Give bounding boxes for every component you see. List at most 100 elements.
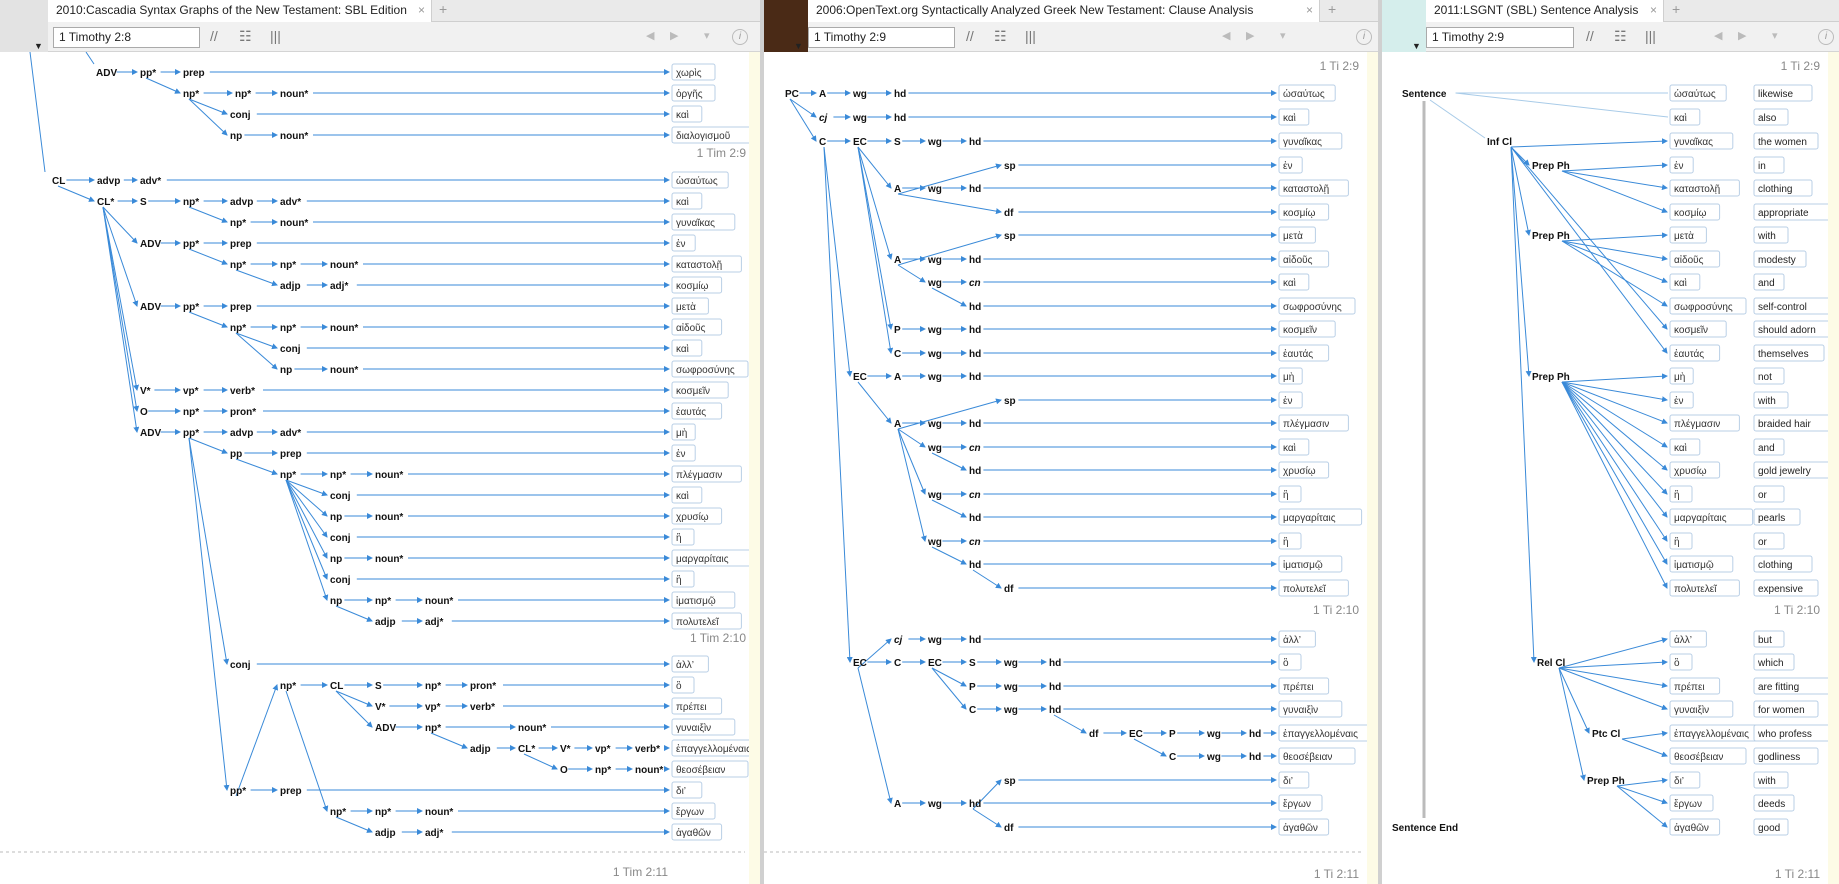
clause-node[interactable]: hd (1049, 658, 1061, 669)
syntax-node[interactable]: noun* (375, 554, 403, 565)
greek-word[interactable]: ἀγαθῶν (1283, 822, 1318, 834)
syntax-node[interactable]: V* (140, 386, 151, 397)
greek-word[interactable]: καὶ (676, 343, 689, 355)
back-icon[interactable]: ◀ (1222, 29, 1230, 42)
syntax-node[interactable]: noun* (425, 596, 453, 607)
clause-node[interactable]: sp (1004, 161, 1016, 172)
syntax-node[interactable]: advp (230, 197, 253, 208)
greek-word[interactable]: ἢ (676, 532, 682, 544)
syntax-node[interactable]: noun* (330, 260, 358, 271)
english-gloss[interactable]: with (1757, 396, 1776, 407)
clause-node[interactable]: C (894, 658, 901, 669)
syntax-node[interactable]: vp* (595, 744, 611, 755)
clause-node[interactable]: wg (927, 325, 942, 336)
clause-node[interactable]: hd (1249, 752, 1261, 763)
greek-word[interactable]: πολυτελεῖ (1674, 584, 1717, 595)
clause-node[interactable]: EC (853, 372, 867, 383)
clause-node[interactable]: A (894, 372, 901, 383)
syntax-node[interactable]: adj* (330, 281, 348, 292)
greek-word[interactable]: ἐν (676, 448, 685, 460)
greek-word[interactable]: μετὰ (676, 301, 696, 313)
greek-word[interactable]: δι’ (676, 786, 686, 797)
clause-node[interactable]: hd (1049, 705, 1061, 716)
syntax-node[interactable]: noun* (635, 765, 663, 776)
greek-word[interactable]: αἰδοῦς (676, 322, 706, 334)
clause-node[interactable]: hd (969, 137, 981, 148)
syntax-node[interactable]: np* (280, 681, 296, 692)
syntax-node[interactable]: adjp (375, 617, 396, 628)
clause-node[interactable]: S (894, 137, 901, 148)
clause-node[interactable]: hd (969, 325, 981, 336)
back-icon[interactable]: ◀ (1714, 29, 1722, 42)
greek-word[interactable]: μαργαρίταις (1674, 512, 1727, 524)
greek-word[interactable]: μὴ (1283, 371, 1294, 383)
syntax-node[interactable]: ADV (140, 302, 161, 313)
english-gloss[interactable]: should adorn (1758, 325, 1816, 336)
syntax-node[interactable]: np* (230, 323, 246, 334)
english-gloss[interactable]: who profess (1757, 729, 1812, 740)
chevron-down-icon[interactable]: ▼ (794, 41, 803, 51)
clause-node[interactable]: sp (1004, 231, 1016, 242)
greek-word[interactable]: καταστολῇ (676, 260, 722, 271)
clause-node[interactable]: cn (969, 443, 981, 454)
greek-word[interactable]: καὶ (1283, 442, 1296, 454)
greek-word[interactable]: ἱματισμῷ (1674, 559, 1714, 571)
clause-node[interactable]: hd (969, 255, 981, 266)
clause-node[interactable]: wg (927, 137, 942, 148)
greek-word[interactable]: καὶ (1674, 442, 1687, 454)
syntax-node[interactable]: np* (183, 89, 199, 100)
syntax-node[interactable]: pp* (183, 239, 199, 250)
english-gloss[interactable]: or (1758, 490, 1768, 501)
clause-node[interactable]: cj (819, 113, 828, 124)
english-gloss[interactable]: godliness (1758, 752, 1800, 763)
syntax-node[interactable]: noun* (330, 365, 358, 376)
close-icon[interactable]: × (1650, 0, 1657, 20)
syntax-node[interactable]: np* (183, 407, 199, 418)
clause-node[interactable]: hd (969, 799, 981, 810)
clause-node[interactable]: wg (927, 184, 942, 195)
syntax-node[interactable]: adv* (280, 428, 301, 439)
clause-node[interactable]: wg (927, 635, 942, 646)
syntax-node[interactable]: prep (230, 239, 252, 250)
clause-node[interactable]: wg (1003, 682, 1018, 693)
scrollbar[interactable] (749, 52, 760, 884)
greek-word[interactable]: πρέπει (1674, 681, 1705, 693)
greek-word[interactable]: καὶ (676, 109, 689, 121)
clause-node[interactable]: wg (1206, 752, 1221, 763)
greek-word[interactable]: καταστολῇ (1674, 184, 1720, 195)
clause-node[interactable]: wg (1206, 729, 1221, 740)
clause-node[interactable]: wg (927, 443, 942, 454)
greek-word[interactable]: ὀργῆς (676, 88, 703, 100)
english-gloss[interactable]: self-control (1758, 302, 1807, 313)
greek-word[interactable]: ὃ (1283, 657, 1289, 669)
syntax-node[interactable]: adj* (425, 828, 443, 839)
clause-node[interactable]: cn (969, 490, 981, 501)
greek-word[interactable]: ἢ (1283, 489, 1289, 501)
syntax-node[interactable]: verb* (470, 702, 495, 713)
syntax-node[interactable]: np* (330, 470, 346, 481)
clause-node[interactable]: S (969, 658, 976, 669)
columns-icon[interactable]: ||| (1025, 28, 1036, 44)
greek-word[interactable]: ἐπαγγελλομέναις (1674, 728, 1749, 740)
clause-node[interactable]: wg (927, 278, 942, 289)
english-gloss[interactable]: with (1757, 776, 1776, 787)
close-icon[interactable]: × (418, 0, 425, 20)
reference-input[interactable]: 1 Timothy 2:9 (1426, 27, 1574, 48)
syntax-node[interactable]: np* (280, 470, 296, 481)
english-gloss[interactable]: with (1757, 231, 1776, 242)
syntax-node[interactable]: ADV (140, 428, 161, 439)
greek-word[interactable]: γυναῖκας (1283, 137, 1322, 148)
greek-word[interactable]: ἢ (1283, 536, 1289, 548)
greek-word[interactable]: μὴ (676, 427, 687, 439)
syntax-node[interactable]: noun* (330, 323, 358, 334)
clause-node[interactable]: wg (927, 255, 942, 266)
greek-word[interactable]: σωφροσύνης (1283, 301, 1342, 313)
greek-word[interactable]: γυναιξὶν (676, 722, 711, 734)
tab-opentext[interactable]: 2006:OpenText.org Syntactically Analyzed… (808, 0, 1320, 22)
syntax-node[interactable]: pp (230, 449, 242, 460)
english-gloss[interactable]: modesty (1758, 255, 1796, 266)
english-gloss[interactable]: the women (1758, 137, 1807, 148)
greek-word[interactable]: καὶ (1283, 112, 1296, 124)
syntax-node[interactable]: noun* (280, 131, 308, 142)
clause-node[interactable]: hd (969, 349, 981, 360)
